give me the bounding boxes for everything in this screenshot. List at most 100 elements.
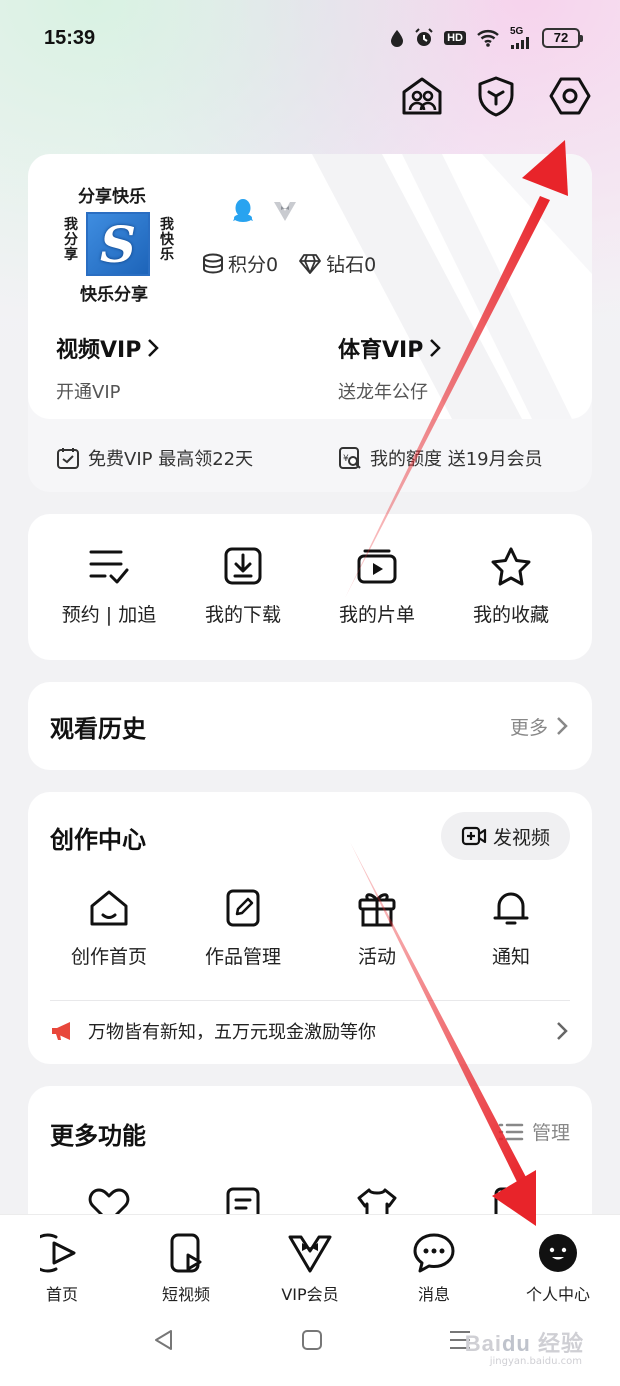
tab-short-video[interactable]: 短视频 xyxy=(124,1215,248,1306)
shield-icon xyxy=(478,76,514,117)
creator-home[interactable]: 创作首页 xyxy=(42,888,176,969)
profile-card: 分享快乐 快乐分享 我分享 我快乐 S 积分0 钻石0 视频VIP 开通VIP … xyxy=(28,154,592,492)
works-management[interactable]: 作品管理 xyxy=(176,888,310,969)
home-icon xyxy=(90,890,128,926)
bottom-tab-bar: 首页 短视频 VIP会员 消息 个人中心 xyxy=(0,1214,620,1306)
cellular-signal: 5G xyxy=(510,27,532,49)
clock: 15:39 xyxy=(44,26,96,49)
manage-button[interactable]: 管理 xyxy=(498,1118,570,1145)
tab-label: 个人中心 xyxy=(525,1285,590,1304)
creator-tool-label: 通知 xyxy=(491,946,530,968)
quick-action-label: 我的下载 xyxy=(204,604,281,626)
creator-tool-label: 创作首页 xyxy=(70,946,147,968)
chevron-right-icon xyxy=(148,339,160,357)
playlist-icon xyxy=(357,549,397,584)
creator-center-card: 创作中心 发视频 创作首页 作品管理 活动 通知 万物皆有新知，五万元现金激励等… xyxy=(28,792,592,1064)
profile-summary: 分享快乐 快乐分享 我分享 我快乐 S 积分0 钻石0 视频VIP 开通VIP … xyxy=(28,154,592,419)
profile-face-icon xyxy=(539,1234,577,1272)
more-features-title: 更多功能 xyxy=(50,1122,146,1150)
vip-bowtie-icon xyxy=(288,1235,332,1273)
publish-video-label: 发视频 xyxy=(492,826,550,849)
tab-profile[interactable]: 个人中心 xyxy=(496,1215,620,1306)
avatar-caption-bottom: 快乐分享 xyxy=(80,285,148,305)
free-vip-promo[interactable]: 免费VIP 最高领22天 xyxy=(56,445,253,471)
sports-vip-title: 体育VIP xyxy=(338,338,424,363)
video-vip-title: 视频VIP xyxy=(56,338,142,363)
points-label: 积分0 xyxy=(228,254,279,276)
tab-label: 短视频 xyxy=(161,1285,210,1304)
settings-button[interactable] xyxy=(548,74,592,118)
points-row: 积分0 钻石0 xyxy=(202,250,376,277)
points-entry[interactable]: 积分0 xyxy=(202,250,278,277)
free-vip-text: 免费VIP 最高领22天 xyxy=(88,449,254,470)
star-icon xyxy=(491,547,531,586)
watch-history-title: 观看历史 xyxy=(50,714,146,743)
tab-messages[interactable]: 消息 xyxy=(372,1215,496,1306)
avatar-caption-right: 我快乐 xyxy=(160,217,174,263)
divider xyxy=(50,1000,570,1001)
wifi-icon xyxy=(477,30,499,47)
more-label: 更多 xyxy=(509,716,548,739)
watch-history-card[interactable]: 观看历史 更多 xyxy=(28,682,592,770)
play-circle-icon xyxy=(40,1233,76,1273)
status-bar: 15:39 HD 5G 72 xyxy=(0,0,620,76)
quick-action-playlist[interactable]: 我的片单 xyxy=(310,514,444,660)
creator-activities[interactable]: 活动 xyxy=(310,888,444,969)
home-nav-icon[interactable] xyxy=(300,1328,324,1352)
avatar-caption-left: 我分享 xyxy=(64,217,78,263)
hd-icon: HD xyxy=(444,31,466,45)
quick-action-favorites[interactable]: 我的收藏 xyxy=(444,514,578,660)
sports-vip-subtitle: 送龙年公仔 xyxy=(338,382,428,403)
watermark: Baidu 经验 xyxy=(464,1331,584,1356)
download-icon xyxy=(224,547,262,585)
diamonds-label: 钻石0 xyxy=(326,254,377,276)
vip-level-icon[interactable] xyxy=(272,199,298,223)
family-icon xyxy=(402,77,442,115)
signal-icon xyxy=(511,37,529,49)
manage-label: 管理 xyxy=(531,1122,570,1144)
tab-label: 消息 xyxy=(417,1285,450,1304)
avatar-logo: S xyxy=(86,212,150,276)
tab-home[interactable]: 首页 xyxy=(0,1215,124,1306)
system-nav-bar: Baidu 经验 jingyan.baidu.com xyxy=(0,1306,620,1386)
creator-tool-label: 作品管理 xyxy=(204,946,281,968)
quick-actions-card: 预约 | 加追 我的下载 我的片单 我的收藏 xyxy=(28,514,592,660)
menu-icon xyxy=(498,1123,524,1140)
quick-action-label: 预约 | 加追 xyxy=(61,604,157,626)
top-actions xyxy=(400,74,592,118)
creator-notifications[interactable]: 通知 xyxy=(444,888,578,969)
network-type: 5G xyxy=(510,26,524,37)
avatar[interactable]: 分享快乐 快乐分享 我分享 我快乐 S xyxy=(56,182,174,305)
creator-notice-text: 万物皆有新知，五万元现金激励等你 xyxy=(88,1022,376,1043)
chevron-right-icon xyxy=(557,717,568,735)
creator-center-title: 创作中心 xyxy=(50,826,146,854)
promo-row: 免费VIP 最高领22天 ¥ 我的额度 送19月会员 xyxy=(28,440,592,476)
family-button[interactable] xyxy=(400,74,444,118)
quick-action-downloads[interactable]: 我的下载 xyxy=(176,514,310,660)
history-more-link[interactable]: 更多 xyxy=(510,713,568,740)
diamond-icon xyxy=(299,253,321,274)
quota-promo[interactable]: ¥ 我的额度 送19月会员 xyxy=(338,445,543,471)
quick-action-reserve[interactable]: 预约 | 加追 xyxy=(42,514,176,660)
tab-vip[interactable]: VIP会员 xyxy=(248,1215,372,1306)
creator-tools: 创作首页 作品管理 活动 通知 xyxy=(28,888,592,969)
bell-icon xyxy=(493,892,529,925)
tab-label: VIP会员 xyxy=(281,1285,339,1304)
back-icon[interactable] xyxy=(152,1328,176,1352)
sports-vip-entry[interactable]: 体育VIP 送龙年公仔 xyxy=(338,332,442,404)
data-saver-icon xyxy=(391,30,404,47)
creator-notice[interactable]: 万物皆有新知，五万元现金激励等你 xyxy=(50,1014,568,1048)
battery-indicator: 72 xyxy=(542,28,583,48)
gear-icon xyxy=(549,77,591,115)
video-add-icon xyxy=(461,826,487,846)
coupon-search-icon: ¥ xyxy=(339,447,361,469)
teen-mode-button[interactable] xyxy=(474,74,518,118)
diamonds-entry[interactable]: 钻石0 xyxy=(298,250,376,277)
video-vip-subtitle: 开通VIP xyxy=(56,382,121,403)
message-icon xyxy=(413,1233,455,1273)
qq-icon[interactable] xyxy=(232,198,254,224)
coins-icon xyxy=(203,253,223,274)
publish-video-button[interactable]: 发视频 xyxy=(440,812,570,860)
video-vip-entry[interactable]: 视频VIP 开通VIP xyxy=(56,332,160,404)
alarm-icon xyxy=(415,28,433,46)
